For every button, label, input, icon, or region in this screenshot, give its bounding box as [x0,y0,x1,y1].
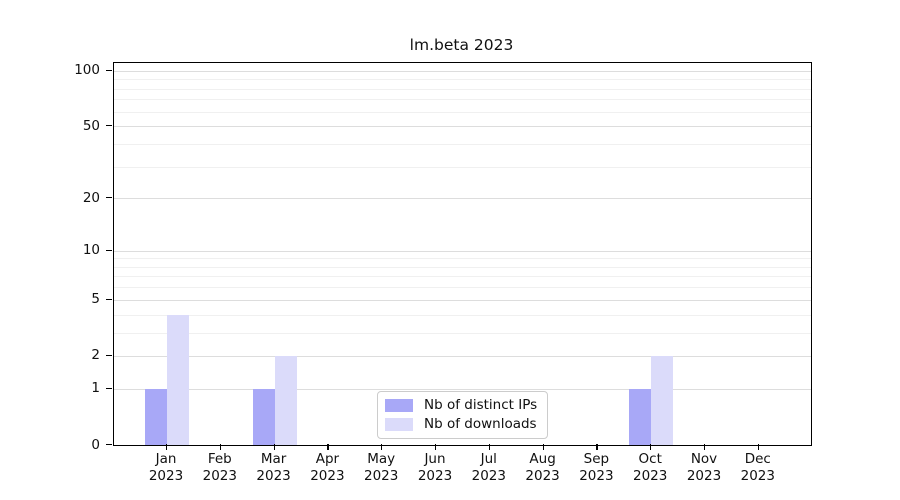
bar-mar-downloads [275,356,297,445]
x-tick-label-apr: Apr2023 [297,451,357,485]
y-tick-20 [106,197,112,198]
chart-title: lm.beta 2023 [113,34,810,56]
x-tick-jan [166,444,167,450]
y-tick-5 [106,299,112,300]
x-tick-label-jun: Jun2023 [405,451,465,485]
legend-swatch-downloads [385,418,413,431]
x-tick-label-may: May2023 [351,451,411,485]
x-tick-aug [543,444,544,450]
y-tick-2 [106,355,112,356]
y-tick-label-100: 100 [56,62,100,78]
legend-swatch-distinct-ips [385,399,413,412]
figure: lm.beta 2023 Nb of distinct IPs Nb of dow… [0,0,900,500]
x-tick-label-aug: Aug2023 [513,451,573,485]
y-tick-100 [106,70,112,71]
bar-jan-downloads [167,315,189,446]
x-tick-sep [596,444,597,450]
legend-label-distinct-ips: Nb of distinct IPs [424,397,537,413]
x-tick-label-dec: Dec2023 [728,451,788,485]
legend-item-distinct-ips: Nb of distinct IPs [385,397,537,413]
bar-mar-distinct-ips [253,389,275,445]
gridline-50 [114,126,811,127]
y-tick-label-20: 20 [56,190,100,206]
legend-label-downloads: Nb of downloads [424,416,537,432]
y-tick-label-50: 50 [56,118,100,134]
gridline-80 [114,89,811,90]
x-tick-feb [220,444,221,450]
gridline-70 [114,99,811,100]
y-tick-label-2: 2 [56,347,100,363]
bar-oct-distinct-ips [629,389,651,445]
x-tick-label-mar: Mar2023 [244,451,304,485]
y-tick-1 [106,388,112,389]
gridline-90 [114,79,811,80]
y-tick-label-10: 10 [56,242,100,258]
plot-area: Nb of distinct IPs Nb of downloads [113,62,812,446]
x-tick-jun [435,444,436,450]
gridline-10 [114,251,811,252]
x-tick-label-feb: Feb2023 [190,451,250,485]
gridline-2 [114,356,811,357]
gridline-6 [114,287,811,288]
gridline-40 [114,144,811,145]
gridline-1 [114,389,811,390]
gridline-5 [114,300,811,301]
x-tick-apr [327,444,328,450]
gridline-7 [114,276,811,277]
x-tick-label-nov: Nov2023 [674,451,734,485]
y-tick-label-1: 1 [56,380,100,396]
gridline-100 [114,71,811,72]
gridline-60 [114,112,811,113]
x-tick-label-oct: Oct2023 [620,451,680,485]
gridline-30 [114,167,811,168]
y-tick-10 [106,250,112,251]
gridline-3 [114,333,811,334]
x-tick-mar [274,444,275,450]
x-tick-label-jul: Jul2023 [459,451,519,485]
x-tick-jul [489,444,490,450]
bar-jan-distinct-ips [145,389,167,445]
legend-item-downloads: Nb of downloads [385,416,537,432]
bar-oct-downloads [651,356,673,445]
y-tick-0 [106,444,112,445]
x-tick-may [381,444,382,450]
gridline-20 [114,198,811,199]
y-tick-50 [106,125,112,126]
x-tick-nov [704,444,705,450]
gridline-4 [114,315,811,316]
x-tick-label-jan: Jan2023 [136,451,196,485]
legend: Nb of distinct IPs Nb of downloads [377,391,548,439]
x-tick-oct [650,444,651,450]
gridline-8 [114,267,811,268]
gridline-9 [114,258,811,259]
x-tick-dec [758,444,759,450]
y-tick-label-0: 0 [56,437,100,453]
x-tick-label-sep: Sep2023 [566,451,626,485]
y-tick-label-5: 5 [56,291,100,307]
